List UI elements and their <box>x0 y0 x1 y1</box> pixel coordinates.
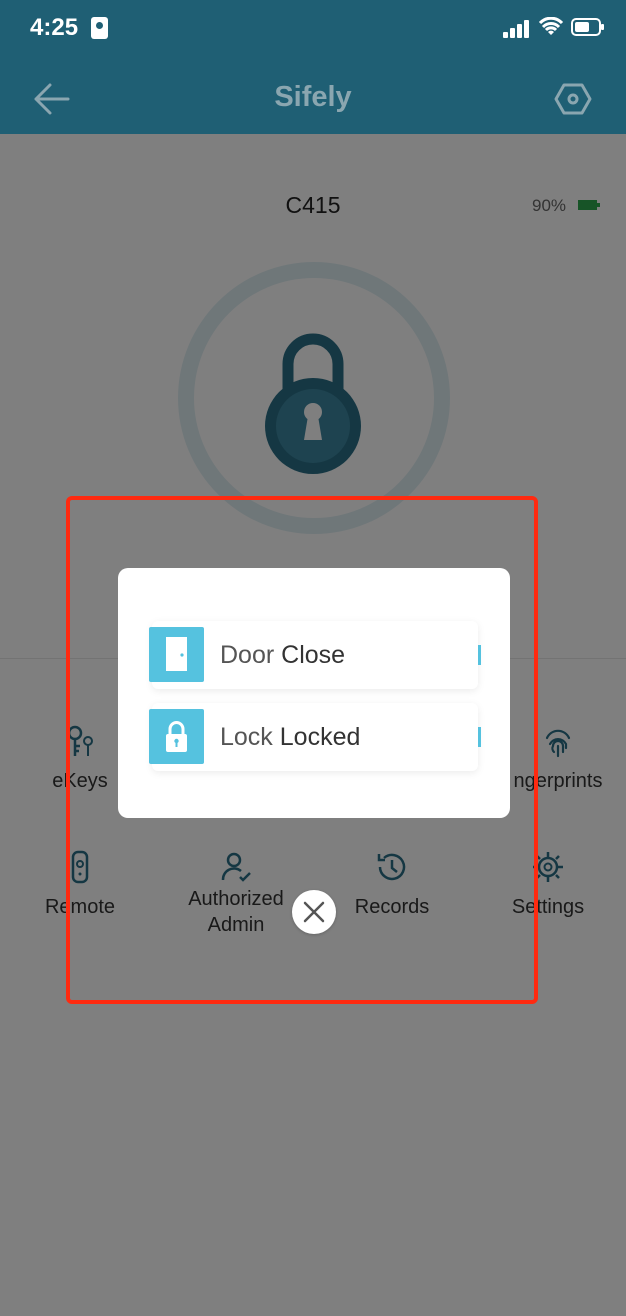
app-title: Sifely <box>274 81 352 113</box>
status-bar: 4:25 <box>0 0 626 60</box>
battery-icon <box>571 18 604 36</box>
hexagon-settings-icon[interactable] <box>554 82 592 116</box>
contact-badge-icon <box>91 17 108 39</box>
wifi-icon <box>539 17 563 35</box>
cellular-signal-icon <box>503 20 531 38</box>
status-time: 4:25 <box>30 14 79 41</box>
highlight-box <box>66 496 538 1004</box>
app-header: Sifely <box>0 60 626 134</box>
